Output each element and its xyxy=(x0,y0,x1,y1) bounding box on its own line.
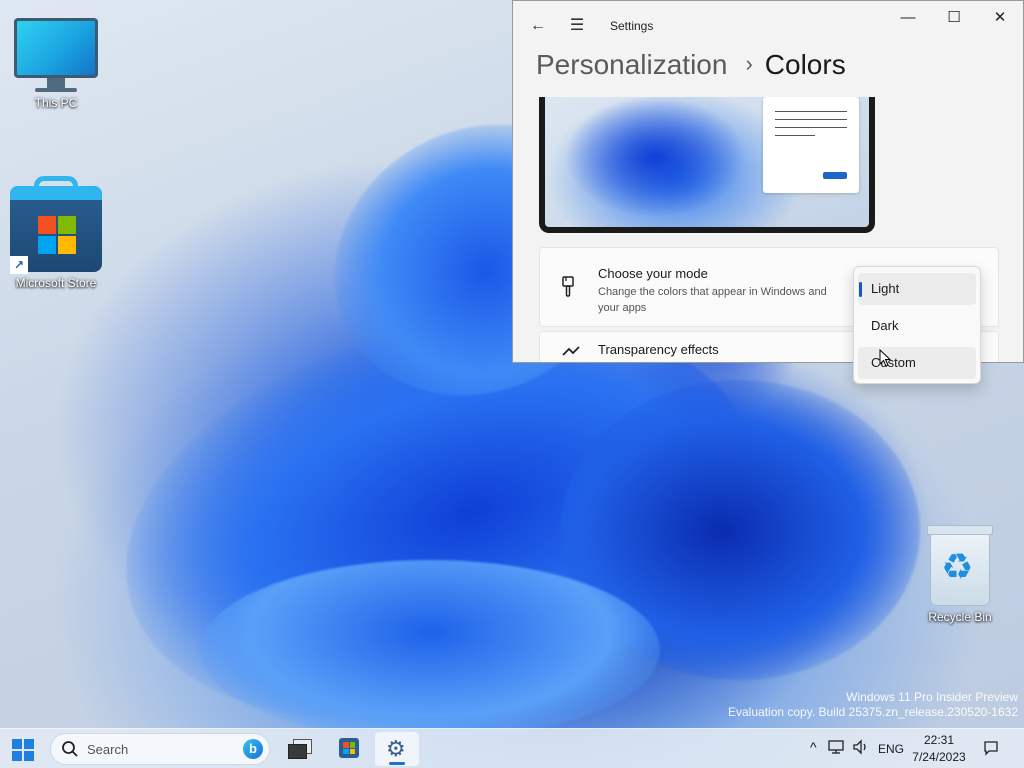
preview-window-mock xyxy=(763,97,859,193)
input-language-indicator[interactable]: ENG xyxy=(878,742,904,768)
start-button[interactable] xyxy=(12,739,34,761)
chevron-right-icon: › xyxy=(745,51,753,76)
desktop-icon-label: This PC xyxy=(34,96,78,110)
evaluation-watermark: Windows 11 Pro Insider Preview Evaluatio… xyxy=(728,690,1018,720)
desktop-icon-recycle-bin[interactable]: ♻ Recycle Bin xyxy=(910,525,1010,624)
shortcut-arrow-icon: ↗ xyxy=(10,256,28,274)
paintbrush-icon xyxy=(560,276,578,298)
taskbar: Search b ⚙ ^ ENG 22:31 7/24/2023 xyxy=(0,728,1024,768)
choose-mode-description: Change the colors that appear in Windows… xyxy=(598,286,827,314)
watermark-line-1: Windows 11 Pro Insider Preview xyxy=(846,690,1018,704)
minimize-icon[interactable]: — xyxy=(885,7,931,29)
mode-option-label: Light xyxy=(871,281,900,296)
desktop-icon-this-pc[interactable]: This PC xyxy=(6,18,106,110)
mode-option-dark[interactable]: Dark xyxy=(858,310,976,342)
taskbar-app-microsoft-store[interactable] xyxy=(326,732,370,766)
mode-dropdown-menu[interactable]: Light Dark Custom xyxy=(853,266,981,384)
network-icon[interactable] xyxy=(828,739,844,768)
window-title: Settings xyxy=(610,19,654,33)
clock-time: 22:31 xyxy=(923,733,955,747)
system-clock[interactable]: 22:31 7/24/2023 xyxy=(906,732,972,766)
mode-option-custom[interactable]: Custom xyxy=(858,347,976,379)
choose-mode-title: Choose your mode xyxy=(598,266,708,281)
taskbar-app-settings[interactable]: ⚙ xyxy=(375,732,419,766)
breadcrumb-parent[interactable]: Personalization xyxy=(536,49,727,80)
selected-indicator xyxy=(859,282,862,297)
page-title: Colors xyxy=(764,49,846,80)
taskbar-search-box[interactable]: Search b xyxy=(50,733,270,765)
transparency-icon xyxy=(560,340,580,362)
notification-center-icon[interactable] xyxy=(983,740,999,768)
hamburger-icon[interactable]: ☰ xyxy=(566,15,588,37)
arrow-left-icon[interactable]: ← xyxy=(527,15,549,37)
watermark-line-2: Evaluation copy. Build 25375.zn_release.… xyxy=(728,705,1018,719)
search-placeholder: Search xyxy=(87,742,129,757)
breadcrumb: Personalization › Colors xyxy=(536,49,846,81)
mode-option-label: Custom xyxy=(871,355,916,370)
mode-option-light[interactable]: Light xyxy=(858,273,976,305)
recycle-bin-icon: ♻ xyxy=(927,525,993,606)
volume-icon[interactable] xyxy=(852,739,870,768)
taskbar-app-task-view[interactable] xyxy=(276,732,320,766)
maximize-icon[interactable]: ☐ xyxy=(931,7,977,29)
clock-date: 7/24/2023 xyxy=(912,750,966,764)
title-bar[interactable]: ← ☰ Settings — ☐ ✕ xyxy=(513,1,1023,51)
desktop-icon-label: Microsoft Store xyxy=(15,276,97,290)
desktop-icon-label: Recycle Bin xyxy=(928,610,992,624)
desktop-icon-microsoft-store[interactable]: ↗ Microsoft Store xyxy=(6,176,106,290)
mouse-cursor-icon xyxy=(879,348,892,367)
this-pc-monitor-icon xyxy=(14,18,98,89)
gear-icon: ⚙ xyxy=(386,736,406,761)
chevron-up-icon[interactable]: ^ xyxy=(810,739,817,768)
bing-icon[interactable]: b xyxy=(243,739,263,759)
transparency-title: Transparency effects xyxy=(598,342,719,357)
mode-option-label: Dark xyxy=(871,318,899,333)
microsoft-store-icon: ↗ xyxy=(10,176,102,274)
close-icon[interactable]: ✕ xyxy=(977,7,1023,29)
theme-preview-image xyxy=(539,97,875,233)
task-view-icon xyxy=(288,739,312,759)
search-icon xyxy=(61,740,79,763)
microsoft-store-icon xyxy=(339,738,359,758)
